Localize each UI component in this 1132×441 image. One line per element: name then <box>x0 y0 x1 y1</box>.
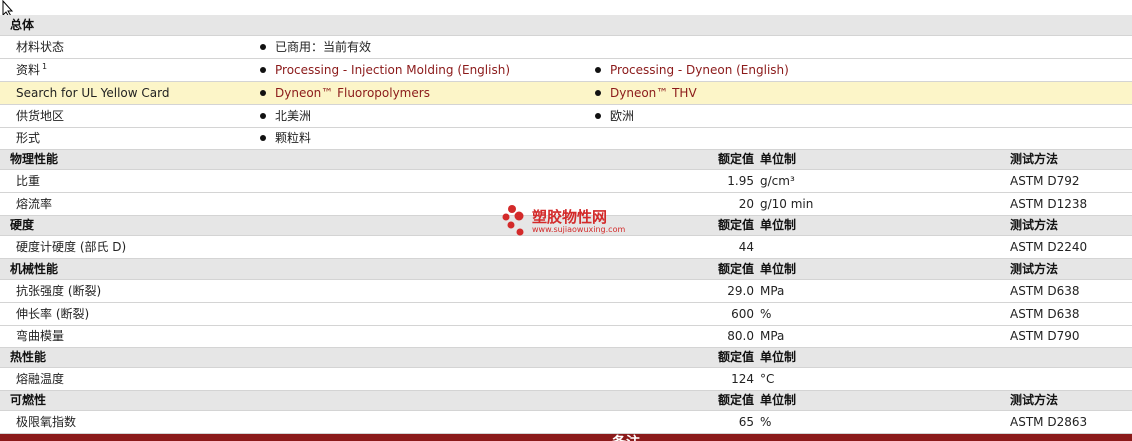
row-test: ASTM D792 <box>1010 174 1080 188</box>
row-value: 65 <box>738 415 754 429</box>
bullet-icon <box>595 89 601 96</box>
section-title: 硬度 <box>10 218 35 232</box>
section-thermal: 热性能 额定值 单位制 <box>0 348 1132 368</box>
bullet-icon <box>595 66 601 73</box>
row-specific-gravity: 比重 1.95 g/cm³ ASTM D792 <box>0 170 1132 193</box>
header-unit: 单位制 <box>760 152 797 166</box>
row-value: 44 <box>738 240 754 254</box>
row-loi: 极限氧指数 65 % ASTM D2863 <box>0 411 1132 434</box>
header-rated: 额定值 <box>717 152 754 166</box>
bullet-icon <box>260 43 266 50</box>
header-test: 测试方法 <box>1010 393 1059 407</box>
row-supply-region: 供货地区 北美洲 欧洲 <box>0 105 1132 128</box>
header-rated: 额定值 <box>717 218 754 232</box>
row-value: 北美洲 <box>260 105 311 127</box>
row-label: 熔融温度 <box>16 372 65 386</box>
row-label: 伸长率 (断裂) <box>16 307 90 321</box>
bullet-icon <box>260 112 266 119</box>
row-unit: MPa <box>760 329 785 343</box>
row-unit: % <box>760 415 772 429</box>
notes-header-bar: 备注 <box>0 434 1132 441</box>
row-label: 硬度计硬度 (部氏 D) <box>16 240 127 254</box>
row-value: 欧洲 <box>595 105 634 127</box>
row-test: ASTM D638 <box>1010 307 1080 321</box>
header-test: 测试方法 <box>1010 262 1059 276</box>
row-elongation: 伸长率 (断裂) 600 % ASTM D638 <box>0 303 1132 326</box>
section-title: 可燃性 <box>10 393 47 407</box>
bullet-icon <box>260 134 266 141</box>
row-test: ASTM D790 <box>1010 329 1080 343</box>
row-value: 600 <box>731 307 754 321</box>
row-flex-modulus: 弯曲模量 80.0 MPa ASTM D790 <box>0 326 1132 348</box>
row-value: 29.0 <box>727 284 754 298</box>
header-rated: 额定值 <box>717 262 754 276</box>
row-value: 80.0 <box>727 329 754 343</box>
row-test: ASTM D2863 <box>1010 415 1088 429</box>
section-title: 总体 <box>10 18 35 32</box>
header-test: 测试方法 <box>1010 152 1059 166</box>
row-ul-yellow-card: Search for UL Yellow Card Dyneon™ Fluoro… <box>0 82 1132 105</box>
row-value: 20 <box>738 197 754 211</box>
row-test: ASTM D638 <box>1010 284 1080 298</box>
row-melt-flow: 熔流率 20 g/10 min ASTM D1238 <box>0 193 1132 216</box>
section-hardness: 硬度 额定值 单位制 测试方法 <box>0 216 1132 236</box>
ul-link-thv[interactable]: Dyneon™ THV <box>595 82 697 104</box>
row-test: ASTM D1238 <box>1010 197 1088 211</box>
section-flammability: 可燃性 额定值 单位制 测试方法 <box>0 391 1132 411</box>
section-title: 机械性能 <box>10 262 59 276</box>
bullet-icon <box>595 112 601 119</box>
ul-link-fluoropolymers[interactable]: Dyneon™ Fluoropolymers <box>260 82 430 104</box>
row-label: 材料状态 <box>16 40 65 54</box>
section-physical: 物理性能 额定值 单位制 测试方法 <box>0 150 1132 170</box>
row-tensile-strength: 抗张强度 (断裂) 29.0 MPa ASTM D638 <box>0 280 1132 303</box>
row-label: 极限氧指数 <box>16 415 77 429</box>
doc-link-processing-dyneon[interactable]: Processing - Dyneon (English) <box>595 59 789 81</box>
header-unit: 单位制 <box>760 218 797 232</box>
section-title: 物理性能 <box>10 152 59 166</box>
row-test: ASTM D2240 <box>1010 240 1088 254</box>
row-label: 抗张强度 (断裂) <box>16 284 102 298</box>
row-label: 弯曲模量 <box>16 329 65 343</box>
row-unit: % <box>760 307 772 321</box>
header-unit: 单位制 <box>760 262 797 276</box>
section-mechanical: 机械性能 额定值 单位制 测试方法 <box>0 259 1132 280</box>
row-label: 资料 1 <box>16 62 48 77</box>
row-value: 1.95 <box>727 174 754 188</box>
row-value: 124 <box>731 372 754 386</box>
doc-link-injection-molding[interactable]: Processing - Injection Molding (English) <box>260 59 510 81</box>
row-value: 已商用：当前有效 <box>260 36 371 58</box>
header-test: 测试方法 <box>1010 218 1059 232</box>
row-unit: MPa <box>760 284 785 298</box>
section-title: 热性能 <box>10 350 47 364</box>
row-melting-temp: 熔融温度 124 °C <box>0 368 1132 391</box>
row-unit: g/10 min <box>760 197 814 211</box>
row-label: 形式 <box>16 131 41 145</box>
row-documents: 资料 1 Processing - Injection Molding (Engl… <box>0 59 1132 82</box>
row-durometer: 硬度计硬度 (部氏 D) 44 ASTM D2240 <box>0 236 1132 259</box>
row-label: 熔流率 <box>16 197 53 211</box>
row-material-status: 材料状态 已商用：当前有效 <box>0 36 1132 59</box>
header-rated: 额定值 <box>717 350 754 364</box>
row-label: Search for UL Yellow Card <box>16 86 170 100</box>
notes-title: 备注 <box>612 434 640 441</box>
header-unit: 单位制 <box>760 350 797 364</box>
bullet-icon <box>260 66 266 73</box>
header-rated: 额定值 <box>717 393 754 407</box>
row-unit: g/cm³ <box>760 174 795 188</box>
row-label: 比重 <box>16 174 41 188</box>
header-unit: 单位制 <box>760 393 797 407</box>
row-value: 颗粒料 <box>260 128 311 149</box>
bullet-icon <box>260 89 266 96</box>
row-form: 形式 颗粒料 <box>0 128 1132 150</box>
row-label: 供货地区 <box>16 109 65 123</box>
row-unit: °C <box>760 372 775 386</box>
section-general: 总体 <box>0 15 1132 36</box>
